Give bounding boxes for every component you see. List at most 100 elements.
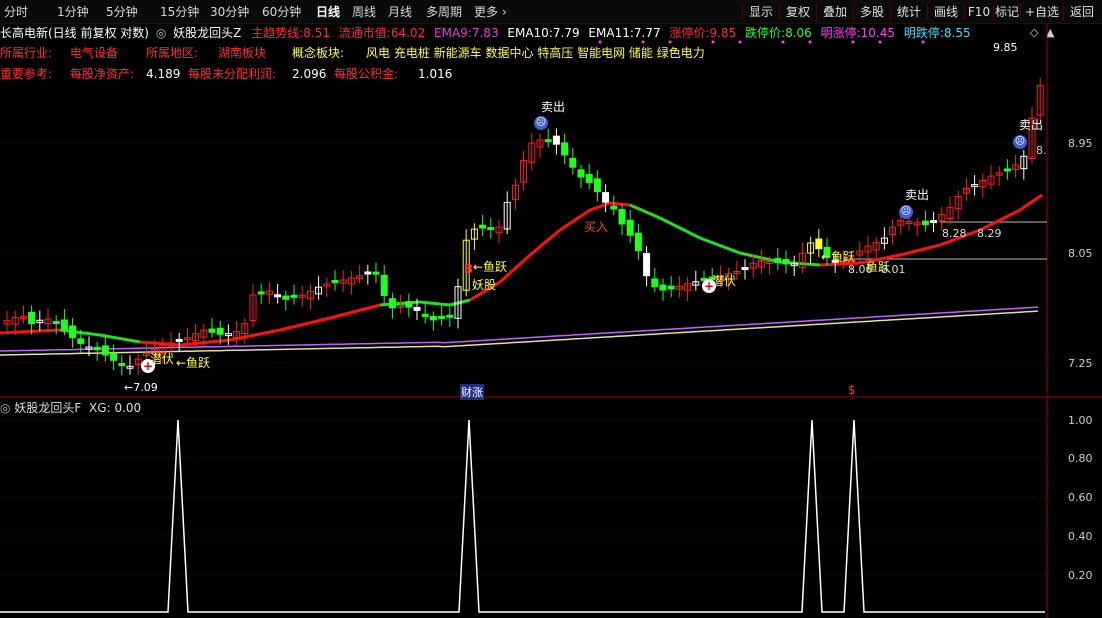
signal-dot <box>641 40 645 44</box>
yuyue-label: ←鱼跃 <box>176 356 211 370</box>
high-price-label: 9.85 <box>993 41 1018 54</box>
candle-body <box>921 220 929 225</box>
indicator-tick: 0.60 <box>1068 491 1093 504</box>
candle-body <box>487 227 495 231</box>
candle-body <box>216 327 224 335</box>
trend-line-segment <box>589 201 611 212</box>
dollar-marker[interactable]: $ <box>848 383 856 397</box>
trend-line-segment <box>449 298 471 307</box>
buy-label: 买入 <box>584 220 609 234</box>
candle-body <box>667 285 675 290</box>
plus-circle-icon: + <box>702 279 716 293</box>
plus-circle-icon: + <box>141 359 155 373</box>
candle-body <box>569 157 577 168</box>
candle-body <box>782 259 790 265</box>
candle-body <box>372 271 380 275</box>
signal-dot <box>781 40 785 44</box>
indicator-tick: 0.40 <box>1068 530 1093 543</box>
trend-line-segment <box>379 300 421 307</box>
candle-body <box>438 315 446 319</box>
signal-dot <box>878 40 882 44</box>
level-label: 8.01 <box>881 263 906 276</box>
settings-circle-icon[interactable]: ◎ <box>0 401 10 415</box>
indicator-tick: 0.80 <box>1068 452 1093 465</box>
candle-body <box>561 142 569 156</box>
signal-dot <box>668 40 672 44</box>
signal-dot <box>711 40 715 44</box>
candle-body <box>77 338 85 344</box>
candle-body <box>28 311 36 325</box>
trend-line-segment <box>629 203 661 220</box>
sad-face-icon: ☹ <box>534 116 548 130</box>
candle-body <box>774 258 782 264</box>
b-signal-label: B <box>464 262 474 276</box>
candle-body <box>602 192 610 203</box>
candle-body <box>643 252 651 277</box>
yaogu-label: 妖股 <box>472 278 497 292</box>
candle-body <box>118 362 126 366</box>
sell-label: 卖出 <box>1019 118 1044 132</box>
price-tick: 7.25 <box>1068 357 1093 370</box>
candle-body <box>274 294 282 298</box>
level-label: 8.29 <box>977 227 1002 240</box>
kline-chart[interactable] <box>0 0 1102 618</box>
xg-value: 0.00 <box>114 401 142 415</box>
candle-body <box>405 301 413 308</box>
candle-body <box>290 294 298 298</box>
candle-body <box>593 178 601 193</box>
candle-body <box>577 169 585 178</box>
low-price-label: ←7.09 <box>124 381 158 394</box>
xg-label: XG: <box>89 401 111 415</box>
candle-body <box>331 280 339 284</box>
candle-body <box>429 316 437 321</box>
candle-body <box>610 205 618 210</box>
candle-body <box>413 306 421 311</box>
xg-line <box>0 419 1045 613</box>
trend-line-segment <box>529 228 561 257</box>
trend-line-segment <box>659 216 701 240</box>
candle-body <box>446 314 454 318</box>
signal-dot <box>598 40 602 44</box>
candle-body <box>282 295 290 300</box>
candle-body <box>626 219 634 236</box>
signal-dot <box>851 40 855 44</box>
candle-body <box>421 313 429 317</box>
candle-body <box>585 174 593 183</box>
candle-body <box>479 224 487 229</box>
trend-line-segment <box>279 316 331 332</box>
candle-body <box>930 220 938 224</box>
trend-line-segment <box>699 236 741 255</box>
candle-body <box>741 267 749 271</box>
clipped-price-label: 8. <box>1036 144 1047 157</box>
candle-body <box>101 345 109 356</box>
yuyue-label: ←鱼跃 <box>473 260 508 274</box>
candle-body <box>380 274 388 297</box>
trend-line-segment <box>329 303 381 320</box>
sell-label: 卖出 <box>541 100 566 114</box>
candle-body <box>634 232 642 251</box>
candle-body <box>364 271 372 275</box>
indicator-tick: 0.20 <box>1068 569 1093 582</box>
sad-face-icon: ☹ <box>899 205 913 219</box>
trend-line-segment <box>59 328 101 337</box>
candle-body <box>552 135 560 145</box>
candle-body <box>651 278 659 288</box>
trend-line-segment <box>1019 193 1043 212</box>
candle-body <box>208 328 216 333</box>
indicator-tick: 1.00 <box>1068 414 1093 427</box>
caizhang-badge[interactable]: 财涨 <box>460 384 484 400</box>
indicator-pane-title: ◎ 妖股龙回头F XG: 0.00 <box>0 401 141 415</box>
trend-line-segment <box>609 201 631 207</box>
candle-body <box>69 325 77 339</box>
candle-body <box>388 298 396 309</box>
trend-line-segment <box>419 300 451 307</box>
price-tick: 8.05 <box>1068 247 1093 260</box>
price-tick: 8.95 <box>1068 137 1093 150</box>
sad-face-icon: ☹ <box>1013 135 1027 149</box>
level-label: 8.06 <box>848 263 873 276</box>
signal-dot <box>738 40 742 44</box>
candle-body <box>93 346 101 351</box>
candle-body <box>60 319 68 330</box>
candle-body <box>618 209 626 225</box>
candle-body <box>544 139 552 143</box>
